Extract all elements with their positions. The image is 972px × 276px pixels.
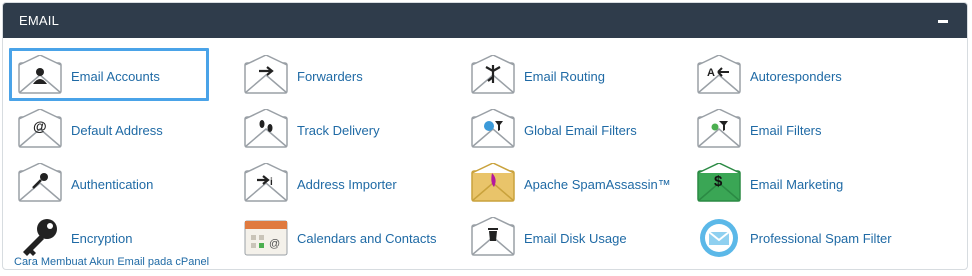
default-address-link[interactable]: @ Default Address [17,108,163,152]
svg-text:@: @ [33,118,47,134]
item-label: Track Delivery [297,122,380,138]
calendars-contacts-link[interactable]: @ Calendars and Contacts [243,216,436,260]
spam-filter-icon [700,219,738,257]
professional-spam-filter-link[interactable]: Professional Spam Filter [696,216,892,260]
item-label: Email Marketing [750,176,844,192]
calendar-icon: @ [244,220,288,256]
autoresponder-envelope-icon: A [697,55,741,94]
authentication-link[interactable]: Authentication [17,162,153,206]
dollar-envelope-icon: $ [697,163,741,202]
item-label: Calendars and Contacts [297,230,437,246]
email-disk-usage-link[interactable]: Email Disk Usage [470,216,627,260]
panel-header: EMAIL [3,3,967,38]
encryption-link[interactable]: Encryption [17,216,132,260]
routing-envelope-icon [471,55,515,94]
item-label: Professional Spam Filter [750,230,892,246]
item-label: Encryption [71,230,133,246]
filter-envelope-icon [697,109,741,148]
item-label: Address Importer [297,176,397,192]
item-label: Default Address [71,122,163,138]
importer-envelope-icon: i [244,163,288,202]
global-email-filters-link[interactable]: Global Email Filters [470,108,637,152]
autoresponders-link[interactable]: A Autoresponders [696,54,842,98]
item-label: Apache SpamAssassin™ [524,176,671,192]
svg-text:i: i [270,177,273,188]
item-label: Email Routing [524,68,605,84]
key-envelope-icon [18,163,62,202]
item-label: Authentication [71,176,154,192]
footprints-envelope-icon [244,109,288,148]
item-label: Email Disk Usage [524,230,627,246]
email-routing-link[interactable]: Email Routing [470,54,605,98]
at-envelope-icon: @ [18,109,62,148]
email-marketing-link[interactable]: $ Email Marketing [696,162,843,206]
item-label: Forwarders [297,68,363,84]
globe-filter-envelope-icon [471,109,515,148]
forwarders-link[interactable]: Forwarders [243,54,363,98]
section-title: EMAIL [19,13,60,28]
svg-text:A: A [707,67,715,79]
email-accounts-highlight-box [9,48,209,101]
item-label: Email Filters [750,122,822,138]
email-tools-grid: Email Accounts Forwarders Email Routing [3,38,967,268]
email-filters-link[interactable]: Email Filters [696,108,822,152]
collapse-icon[interactable] [937,15,949,27]
key-icon [23,219,57,256]
track-delivery-link[interactable]: Track Delivery [243,108,380,152]
svg-text:@: @ [269,238,280,250]
email-panel: EMAIL Email Accounts Forwarders Email Ro… [2,2,968,270]
address-importer-link[interactable]: i Address Importer [243,162,397,206]
spamassassin-envelope-icon [471,163,515,202]
item-label: Autoresponders [750,68,842,84]
item-label: Global Email Filters [524,122,637,138]
trash-envelope-icon [471,217,515,256]
caption-text: Cara Membuat Akun Email pada cPanel [14,256,210,268]
apache-spamassassin-link[interactable]: Apache SpamAssassin™ [470,162,671,206]
arrow-envelope-icon [244,55,288,94]
svg-text:$: $ [714,173,723,190]
